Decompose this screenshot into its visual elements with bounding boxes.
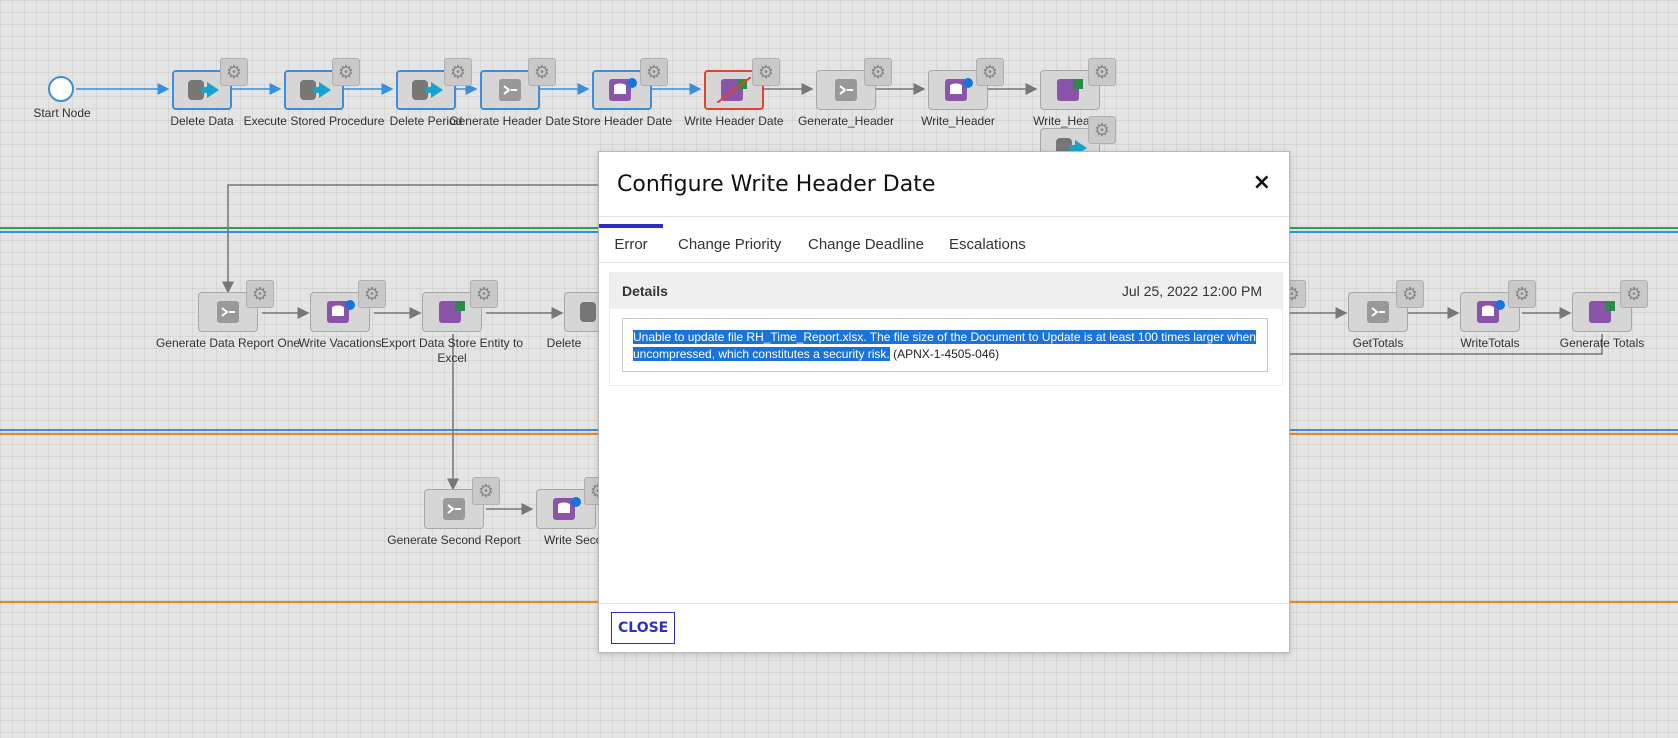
workflow-node[interactable]: ⚙ Generate_Header <box>798 58 894 128</box>
gear-icon[interactable]: ⚙ <box>1088 116 1116 144</box>
gear-icon[interactable]: ⚙ <box>220 58 248 86</box>
details-header: Details Jul 25, 2022 12:00 PM <box>610 273 1282 309</box>
configure-dialog: Configure Write Header Date × Error Chan… <box>598 151 1290 653</box>
gear-icon[interactable]: ⚙ <box>358 280 386 308</box>
tab-escalations[interactable]: Escalations <box>949 224 1026 262</box>
workflow-node[interactable]: ⚙ Store Header Date <box>572 58 672 128</box>
gear-icon[interactable]: ⚙ <box>864 58 892 86</box>
tab-change-priority[interactable]: Change Priority <box>678 224 781 262</box>
gear-icon[interactable]: ⚙ <box>976 58 1004 86</box>
start-node-label: Start Node <box>33 106 91 120</box>
workflow-node[interactable]: ⚙ Generate Header Date <box>449 58 571 128</box>
tab-change-deadline[interactable]: Change Deadline <box>808 224 924 262</box>
details-panel: Details Jul 25, 2022 12:00 PM Unable to … <box>609 272 1283 386</box>
gear-icon[interactable]: ⚙ <box>1620 280 1648 308</box>
workflow-node[interactable]: ⚙ Delete Data <box>170 58 248 128</box>
workflow-node[interactable]: ⚙ Write_Header <box>1033 58 1116 128</box>
gear-icon[interactable]: ⚙ <box>1088 58 1116 86</box>
workflow-node[interactable]: ⚙ Generate Second Report <box>387 477 521 547</box>
error-code: (APNX-1-4505-046) <box>889 347 1000 361</box>
divider <box>599 603 1289 604</box>
gear-icon[interactable]: ⚙ <box>640 58 668 86</box>
workflow-node[interactable]: ⚙ Write Header Date <box>684 58 784 128</box>
workflow-node[interactable]: ⚙ Write_Header <box>921 58 1004 128</box>
close-icon[interactable]: × <box>1253 170 1271 195</box>
details-heading: Details <box>622 283 668 299</box>
error-message[interactable]: Unable to update file RH_Time_Report.xls… <box>622 318 1268 372</box>
dialog-title: Configure Write Header Date <box>617 172 936 197</box>
workflow-node[interactable]: ⚙ Write Vacations <box>299 280 386 350</box>
workflow-node[interactable]: ⚙ Generate Data Report One <box>156 280 300 350</box>
node-label: Generate Totals <box>1559 336 1645 350</box>
gear-icon[interactable]: ⚙ <box>1396 280 1424 308</box>
gear-icon[interactable]: ⚙ <box>332 58 360 86</box>
gear-icon[interactable]: ⚙ <box>470 280 498 308</box>
workflow-node[interactable]: ⚙ Delete Period <box>390 58 472 128</box>
workflow-node[interactable]: ⚙ Execute Stored Procedure <box>244 58 384 128</box>
gear-icon[interactable]: ⚙ <box>752 58 780 86</box>
workflow-node[interactable]: ⚙ Write Second Re <box>536 477 635 547</box>
workflow-node[interactable]: ⚙ WriteTotals <box>1460 280 1536 350</box>
workflow-node[interactable]: ⚙ Export Data Store Entity to Excel <box>381 280 523 365</box>
gear-icon[interactable]: ⚙ <box>444 58 472 86</box>
gear-icon[interactable]: ⚙ <box>246 280 274 308</box>
divider <box>599 216 1289 217</box>
gear-icon[interactable]: ⚙ <box>528 58 556 86</box>
start-node[interactable] <box>48 76 74 102</box>
tab-error[interactable]: Error <box>599 224 663 262</box>
tab-bar: Error Change Priority Change Deadline Es… <box>599 224 1289 263</box>
close-button[interactable]: CLOSE <box>611 612 675 644</box>
gear-icon[interactable]: ⚙ <box>1508 280 1536 308</box>
workflow-node[interactable]: ⚙ GetTotals <box>1348 280 1424 350</box>
gear-icon[interactable]: ⚙ <box>472 477 500 505</box>
node-label: Write_Header <box>1033 114 1107 128</box>
workflow-node[interactable]: ⚙ Generate Totals <box>1560 280 1648 350</box>
details-timestamp: Jul 25, 2022 12:00 PM <box>1121 283 1262 299</box>
